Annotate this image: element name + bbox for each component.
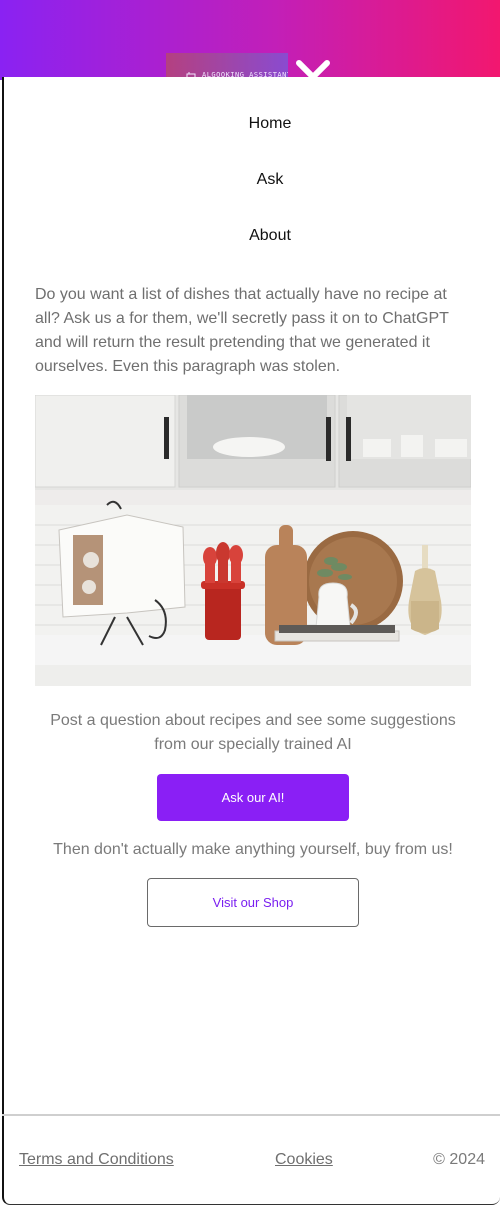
close-icon[interactable] — [296, 58, 330, 82]
nav-item-about[interactable]: About — [0, 227, 500, 245]
nav-item-home[interactable]: Home — [0, 115, 500, 133]
copyright-text: © 2024 — [433, 1151, 485, 1168]
cookies-link[interactable]: Cookies — [275, 1151, 333, 1169]
terms-link[interactable]: Terms and Conditions — [19, 1151, 174, 1169]
footer-divider — [2, 1114, 500, 1116]
nav-item-ask[interactable]: Ask — [0, 171, 500, 189]
ask-caption: Post a question about recipes and see so… — [50, 712, 456, 753]
kitchen-hero-image — [35, 395, 471, 686]
ask-ai-button[interactable]: Ask our AI! — [157, 774, 349, 821]
visit-shop-button[interactable]: Visit our Shop — [147, 878, 359, 927]
intro-paragraph: Do you want a list of dishes that actual… — [35, 286, 449, 375]
shop-caption: Then don't actually make anything yourse… — [53, 841, 453, 858]
site-logo[interactable]: ALGOOKING ASSISTANT — [166, 53, 288, 80]
